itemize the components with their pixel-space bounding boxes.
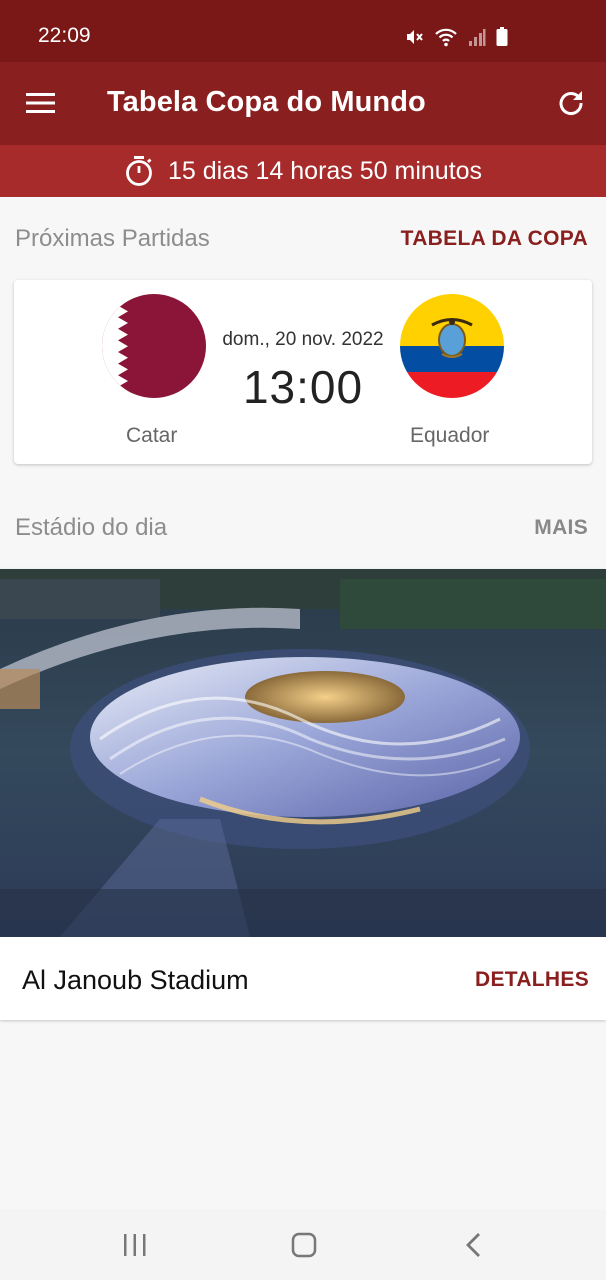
home-icon [291, 1232, 317, 1258]
back-button[interactable] [457, 1229, 491, 1261]
ecuador-flag [400, 294, 504, 398]
stadium-card[interactable]: Al Janoub Stadium DETALHES [0, 569, 606, 1020]
qatar-flag [102, 294, 206, 398]
status-bar: 22:09 [0, 0, 606, 62]
match-card[interactable]: Catar dom., 20 nov. 2022 13:00 Equador [14, 280, 592, 464]
stopwatch-icon [126, 156, 152, 186]
next-matches-title: Próximas Partidas [15, 225, 210, 252]
menu-button[interactable] [24, 88, 58, 118]
countdown-text: 15 dias 14 horas 50 minutos [167, 156, 483, 185]
signal-icon [469, 29, 486, 46]
away-team-name: Equador [410, 424, 490, 447]
more-stadiums-link[interactable]: MAIS [534, 516, 588, 540]
mute-icon [407, 30, 423, 44]
app-title: Tabela Copa do Mundo [107, 86, 426, 118]
status-icons [404, 24, 508, 50]
system-nav-bar [0, 1209, 606, 1280]
stadium-of-day-header: Estádio do dia MAIS [15, 508, 588, 548]
world-cup-table-link[interactable]: TABELA DA COPA [401, 227, 588, 251]
battery-icon [496, 27, 508, 46]
next-matches-header: Próximas Partidas TABELA DA COPA [15, 219, 588, 259]
stadium-image [0, 569, 606, 937]
refresh-icon [559, 91, 583, 115]
match-date: dom., 20 nov. 2022 [222, 329, 384, 350]
wifi-icon [435, 28, 457, 47]
refresh-button[interactable] [556, 88, 586, 118]
stadium-details-link[interactable]: DETALHES [475, 968, 589, 992]
countdown-banner: 15 dias 14 horas 50 minutos [0, 145, 606, 197]
app-bar: Tabela Copa do Mundo [0, 62, 606, 145]
match-time: 13:00 [242, 361, 364, 413]
hamburger-menu-icon [26, 93, 55, 113]
back-icon [466, 1233, 480, 1257]
home-team-name: Catar [126, 424, 178, 447]
stadium-name: Al Janoub Stadium [22, 965, 249, 995]
recent-apps-icon [124, 1234, 146, 1256]
stadium-of-day-title: Estádio do dia [15, 514, 168, 541]
recent-apps-button[interactable] [118, 1229, 152, 1261]
home-button[interactable] [287, 1229, 321, 1261]
status-time: 22:09 [38, 24, 91, 47]
